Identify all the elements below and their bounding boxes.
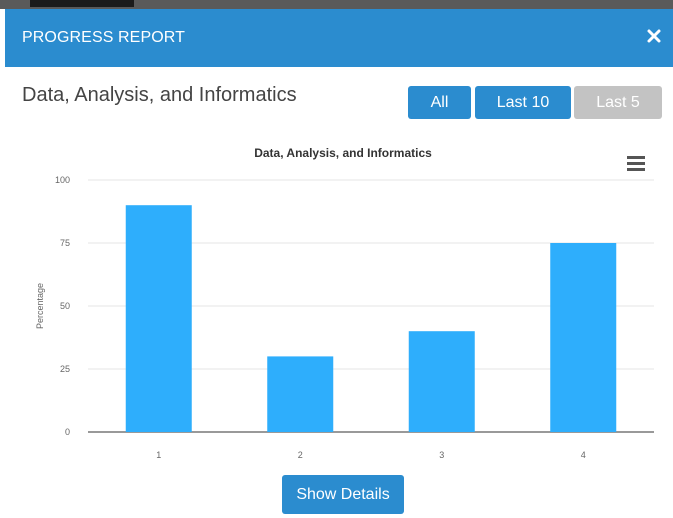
bar (550, 243, 617, 432)
x-tick-label: 4 (581, 450, 586, 460)
x-tick-label: 1 (156, 450, 161, 460)
bar-chart: 0 25 50 75 100 Percentage 1 2 3 4 (35, 175, 654, 460)
y-tick-label: 50 (60, 301, 70, 311)
bar (408, 331, 475, 432)
y-tick-label: 25 (60, 364, 70, 374)
y-tick-label: 100 (55, 175, 70, 185)
bar (267, 356, 334, 432)
x-tick-label: 2 (298, 450, 303, 460)
y-axis-label: Percentage (35, 283, 45, 329)
y-tick-label: 0 (65, 427, 70, 437)
bar (125, 205, 192, 432)
x-tick-label: 3 (439, 450, 444, 460)
y-tick-label: 75 (60, 238, 70, 248)
show-details-button[interactable]: Show Details (282, 475, 404, 514)
